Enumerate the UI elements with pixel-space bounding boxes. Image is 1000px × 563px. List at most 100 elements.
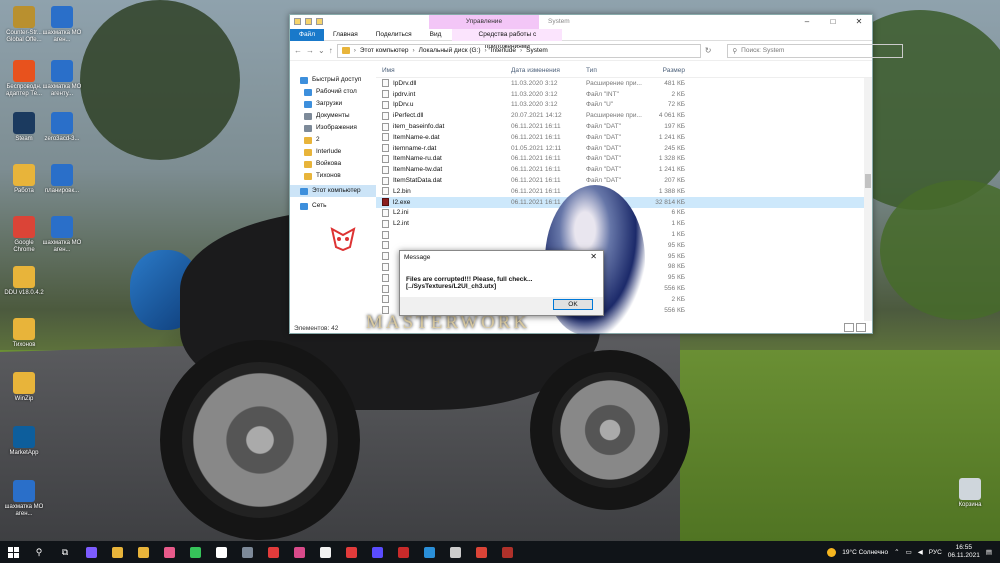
- desktop-icon[interactable]: планировк...: [42, 164, 82, 195]
- start-button[interactable]: [0, 541, 26, 563]
- taskbar-app[interactable]: [442, 541, 468, 563]
- taskbar-app[interactable]: [104, 541, 130, 563]
- ok-button[interactable]: OK: [553, 299, 593, 310]
- tab-share[interactable]: Поделиться: [367, 31, 421, 38]
- desktop-icon[interactable]: DDU v18.0.4.2: [4, 266, 44, 297]
- network-icon[interactable]: ▭: [906, 548, 912, 556]
- taskbar-app[interactable]: [286, 541, 312, 563]
- file-row[interactable]: ItemName-ru.dat 06.11.2021 16:11 Файл "DAT…: [376, 154, 872, 165]
- file-row[interactable]: ItemName-tw.dat 06.11.2021 16:11 Файл "DAT…: [376, 164, 872, 175]
- column-type[interactable]: Тип: [586, 67, 647, 74]
- title-bar[interactable]: Управление System – □ ✕: [290, 15, 872, 29]
- clock[interactable]: 16:55 06.11.2021: [948, 544, 980, 560]
- volume-icon[interactable]: ◀: [918, 548, 923, 556]
- maximize-button[interactable]: □: [820, 15, 846, 29]
- tab-file[interactable]: Файл: [290, 28, 324, 41]
- breadcrumb-system[interactable]: System: [526, 47, 548, 54]
- desktop-icon[interactable]: Беспроводн. адаптер Те...: [4, 60, 44, 98]
- tab-home[interactable]: Главная: [324, 31, 367, 38]
- taskbar-app[interactable]: [364, 541, 390, 563]
- desktop-icon[interactable]: шахматка МО аген...: [42, 216, 82, 254]
- nav-item[interactable]: 2: [290, 134, 376, 146]
- file-row[interactable]: IpDrv.dll 11.03.2020 3:12 Расширение при..…: [376, 78, 872, 89]
- file-row[interactable]: itemname-r.dat 01.05.2021 12:11 Файл "DAT"…: [376, 143, 872, 154]
- message-dialog[interactable]: Message ✕ Files are corrupted!!! Please,…: [399, 250, 604, 316]
- details-view-button[interactable]: [844, 323, 854, 332]
- taskbar-app[interactable]: [156, 541, 182, 563]
- column-name[interactable]: Имя: [376, 67, 511, 74]
- file-row[interactable]: item_baseinfo.dat 06.11.2021 16:11 Файл "D…: [376, 121, 872, 132]
- taskbar-app[interactable]: [78, 541, 104, 563]
- desktop-icon[interactable]: шахматка МО агенту...: [42, 60, 82, 98]
- taskbar-app[interactable]: [260, 541, 286, 563]
- taskbar-app[interactable]: [130, 541, 156, 563]
- nav-item[interactable]: Документы: [290, 110, 376, 122]
- taskbar-app[interactable]: [468, 541, 494, 563]
- desktop-icon[interactable]: WinZip: [4, 372, 44, 403]
- address-bar[interactable]: › Этот компьютер › Локальный диск (G:) › In…: [336, 43, 701, 58]
- weather-text[interactable]: 19°C Солнечно: [842, 549, 888, 556]
- search-box[interactable]: ⚲ Поиск: System: [727, 43, 904, 58]
- taskbar-app[interactable]: [312, 541, 338, 563]
- file-row[interactable]: IpDrv.u 11.03.2020 3:12 Файл "U" 72 КБ: [376, 100, 872, 111]
- nav-item[interactable]: Войкова: [290, 158, 376, 170]
- breadcrumb-this-pc[interactable]: Этот компьютер: [360, 47, 409, 54]
- back-icon[interactable]: ←: [294, 46, 302, 55]
- file-row[interactable]: L2.ini 6 КБ: [376, 208, 872, 219]
- language-indicator[interactable]: РУС: [929, 549, 942, 556]
- desktop-icon[interactable]: Google Chrome: [4, 216, 44, 254]
- taskbar-app[interactable]: [338, 541, 364, 563]
- desktop-icon[interactable]: Steam: [4, 112, 44, 143]
- refresh-icon[interactable]: ↻: [705, 46, 712, 55]
- desktop-icon[interactable]: zero3acd-3...: [42, 112, 82, 143]
- taskbar-app[interactable]: [390, 541, 416, 563]
- desktop-icon[interactable]: MarketApp: [4, 426, 44, 457]
- notifications-icon[interactable]: ▤: [986, 548, 992, 556]
- desktop-icon[interactable]: шахматка МО аген...: [4, 480, 44, 518]
- tray-overflow-icon[interactable]: ⌃: [894, 548, 899, 556]
- nav-item[interactable]: Тихонов: [290, 170, 376, 182]
- taskbar-app[interactable]: [208, 541, 234, 563]
- file-row[interactable]: ItemStatData.dat 06.11.2021 16:11 Файл "DA…: [376, 175, 872, 186]
- vertical-scrollbar[interactable]: [864, 78, 872, 321]
- file-row[interactable]: l2.exe 06.11.2021 16:11 32 814 КБ: [376, 196, 872, 208]
- file-row[interactable]: ipdrv.int 11.03.2020 3:12 Файл "INT" 2 КБ: [376, 89, 872, 100]
- taskbar-app[interactable]: [494, 541, 520, 563]
- nav-item[interactable]: Сеть: [290, 200, 376, 212]
- search-taskbar-icon[interactable]: ⚲: [26, 541, 52, 563]
- breadcrumb-drive[interactable]: Локальный диск (G:): [419, 47, 481, 54]
- dialog-close-icon[interactable]: ✕: [590, 252, 597, 261]
- history-icon[interactable]: ⌄: [318, 46, 325, 55]
- nav-item[interactable]: Загрузки: [290, 98, 376, 110]
- column-date[interactable]: Дата изменения: [511, 67, 586, 74]
- file-row[interactable]: L2.bin 06.11.2021 16:11 1 388 КБ: [376, 186, 872, 197]
- file-row[interactable]: L2.int 1 КБ: [376, 218, 872, 229]
- nav-item[interactable]: Interlude: [290, 146, 376, 158]
- task-view-icon[interactable]: ⧉: [52, 541, 78, 563]
- taskbar-app[interactable]: [182, 541, 208, 563]
- nav-item[interactable]: Рабочий стол: [290, 86, 376, 98]
- taskbar-app[interactable]: [416, 541, 442, 563]
- desktop-icon[interactable]: шахматка МО аген...: [42, 6, 82, 44]
- column-size[interactable]: Размер: [647, 67, 685, 74]
- tab-app-tools[interactable]: Средства работы с приложениями: [452, 28, 563, 50]
- nav-item[interactable]: Быстрый доступ: [290, 74, 376, 86]
- file-row[interactable]: ItemName-e.dat 06.11.2021 16:11 Файл "DAT"…: [376, 132, 872, 143]
- nav-item[interactable]: Изображения: [290, 122, 376, 134]
- file-row[interactable]: iPerfect.dll 20.07.2021 14:12 Расширение п…: [376, 110, 872, 121]
- breadcrumb-interlude[interactable]: Interlude: [491, 47, 516, 54]
- taskbar-app[interactable]: [234, 541, 260, 563]
- close-button[interactable]: ✕: [846, 15, 872, 29]
- tab-view[interactable]: Вид: [421, 31, 451, 38]
- desktop-icon[interactable]: Работа: [4, 164, 44, 195]
- nav-item[interactable]: Этот компьютер: [290, 185, 376, 197]
- forward-icon[interactable]: →: [306, 46, 314, 55]
- desktop-icon[interactable]: Тихонов: [4, 318, 44, 349]
- quick-access-toolbar[interactable]: [294, 18, 323, 25]
- tiles-view-button[interactable]: [856, 323, 866, 332]
- file-row[interactable]: 1 КБ: [376, 229, 872, 240]
- minimize-button[interactable]: –: [794, 15, 820, 29]
- desktop-icon[interactable]: Counter-Str... Global Offe...: [4, 6, 44, 44]
- up-icon[interactable]: ↑: [329, 46, 333, 55]
- desktop-icon[interactable]: Корзина: [950, 478, 990, 509]
